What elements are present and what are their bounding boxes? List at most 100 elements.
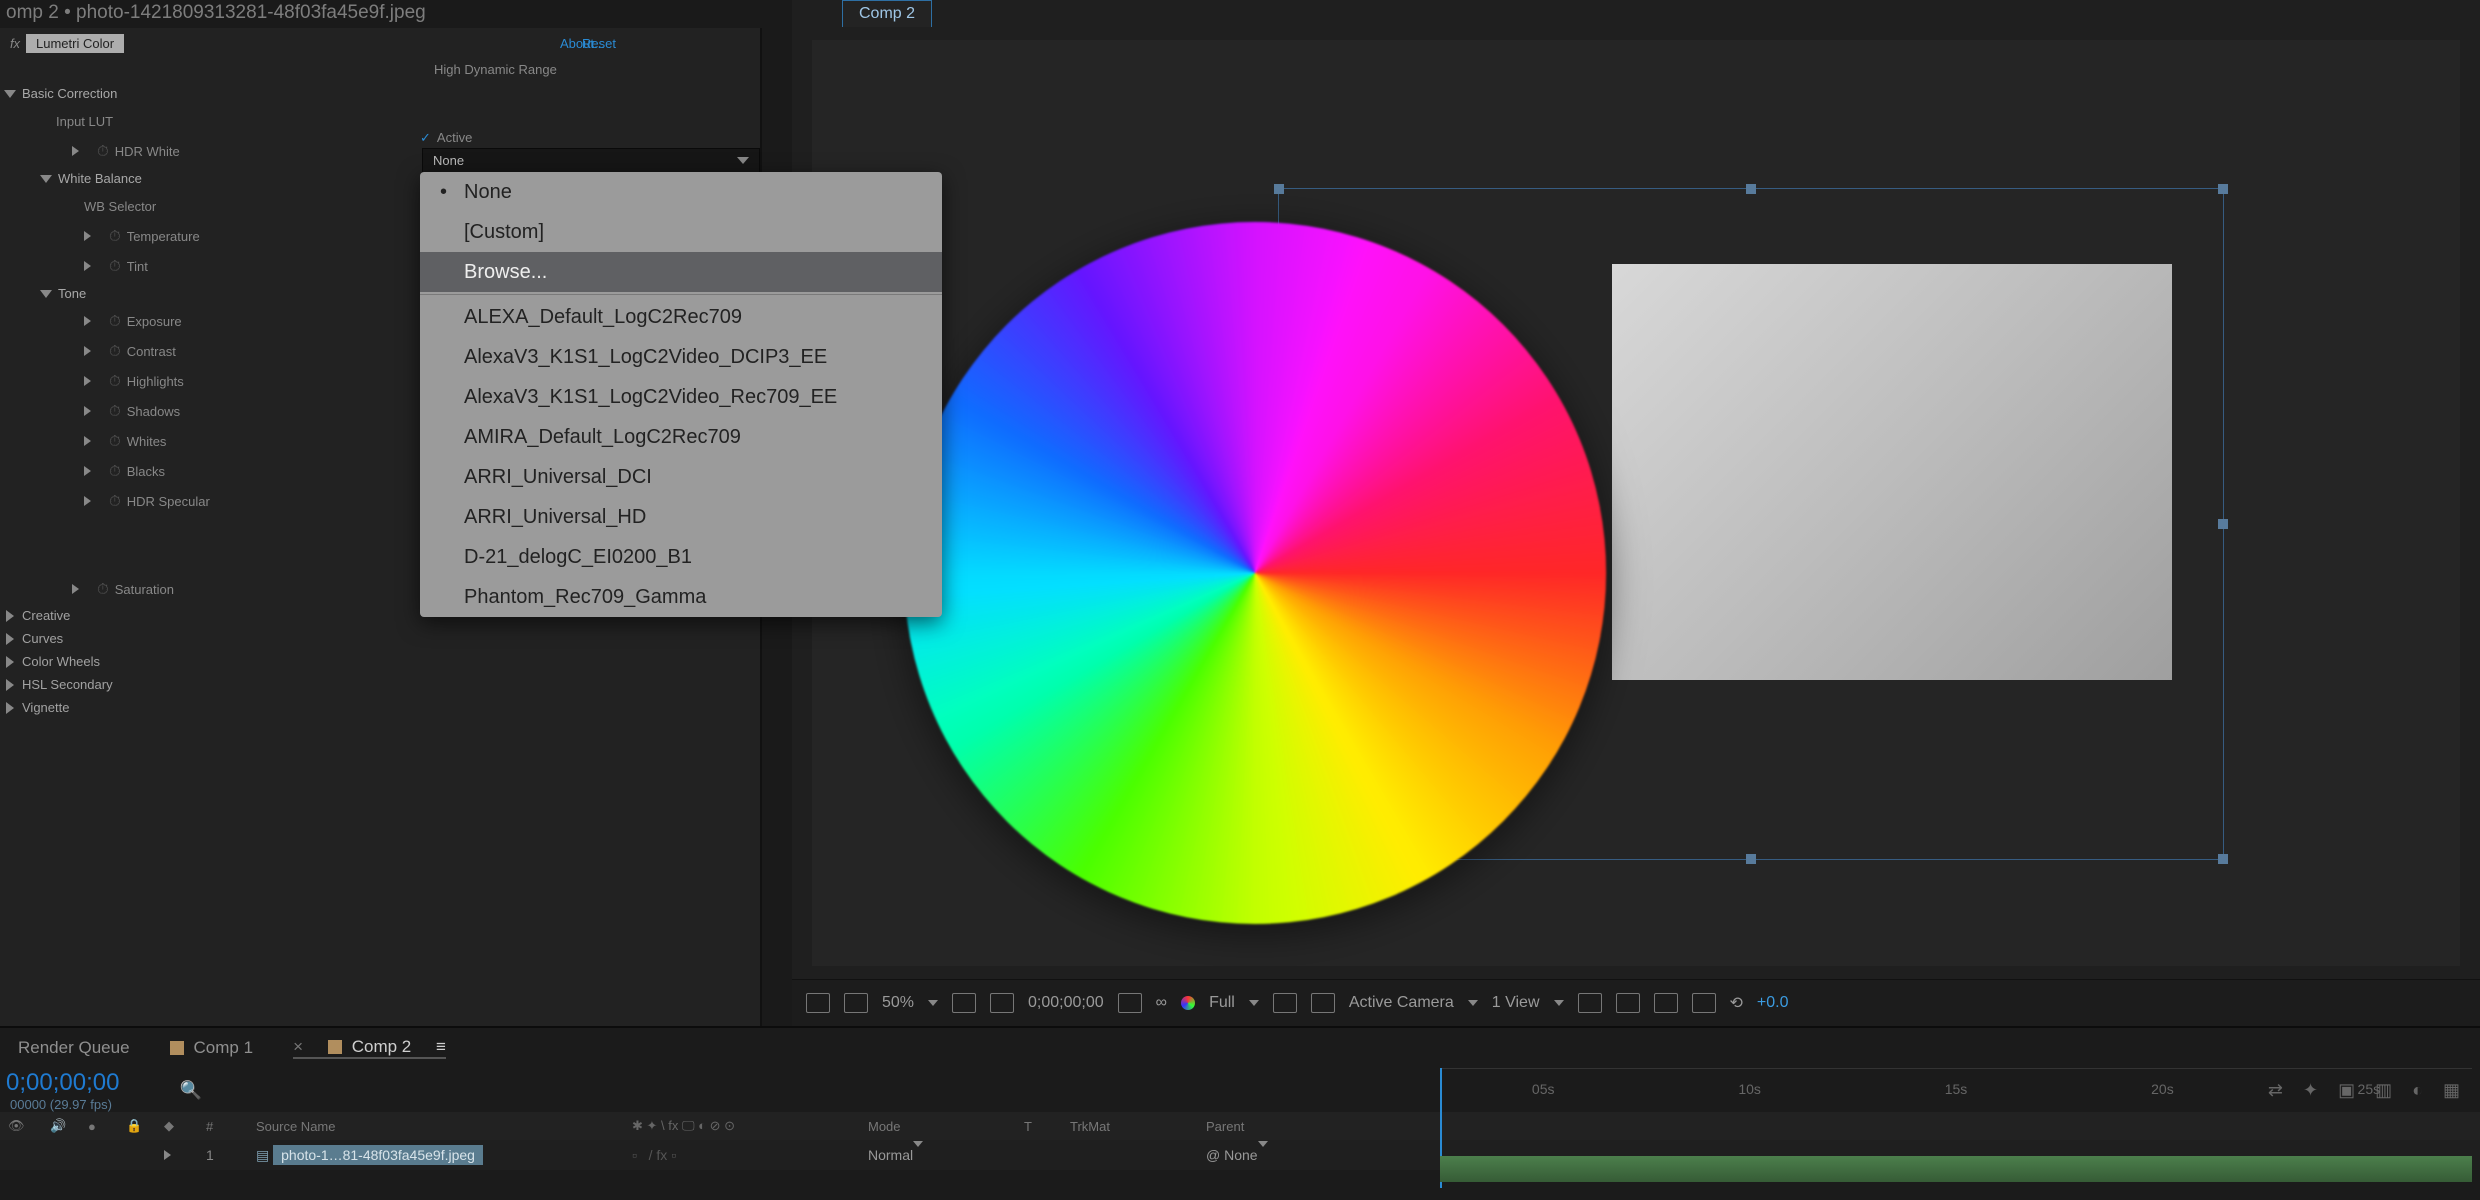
disclosure-icon[interactable] (164, 1150, 171, 1160)
toggle-transparency-icon[interactable] (844, 993, 868, 1013)
lut-option[interactable]: ARRI_Universal_DCI (420, 457, 942, 497)
lut-option[interactable]: [Custom] (420, 212, 942, 252)
keyframe-icon[interactable] (84, 496, 91, 506)
lut-option[interactable]: AlexaV3_K1S1_LogC2Video_Rec709_EE (420, 377, 942, 417)
stopwatch-icon[interactable]: ⏱ (109, 403, 121, 420)
reset-exposure-icon[interactable]: ⟲ (1730, 993, 1743, 1013)
parent-dropdown[interactable]: None (1224, 1147, 1257, 1163)
viewer-tab[interactable]: Comp 2 (842, 0, 932, 27)
prop-wb-selector[interactable]: WB Selector (84, 199, 156, 214)
stopwatch-icon[interactable]: ⏱ (109, 343, 121, 360)
lut-option[interactable]: Browse... (420, 252, 942, 292)
snapshot-icon[interactable] (1118, 993, 1142, 1013)
resize-handle[interactable] (1274, 184, 1284, 194)
col-label[interactable]: ◆ (156, 1118, 198, 1134)
lut-option[interactable]: AlexaV3_K1S1_LogC2Video_DCIP3_EE (420, 337, 942, 377)
stopwatch-icon[interactable]: ⏱ (109, 313, 121, 330)
lut-option[interactable]: None (420, 172, 942, 212)
mask-toggle-icon[interactable] (990, 993, 1014, 1013)
stopwatch-icon[interactable]: ⏱ (109, 373, 121, 390)
tab-render-queue[interactable]: Render Queue (18, 1038, 130, 1058)
col-audio[interactable]: 🔊 (42, 1118, 80, 1134)
col-lock[interactable]: 🔒 (118, 1118, 156, 1134)
tab-comp-2[interactable]: × Comp 2 ≡ (293, 1037, 446, 1059)
disclosure-icon[interactable] (6, 633, 14, 645)
section-hsl-secondary[interactable]: HSL Secondary (22, 677, 113, 692)
resize-handle[interactable] (2218, 854, 2228, 864)
fast-previews-icon[interactable] (1616, 993, 1640, 1013)
disclosure-icon[interactable] (6, 610, 14, 622)
section-tone[interactable]: Tone (58, 286, 86, 301)
section-basic-correction[interactable]: Basic Correction (22, 86, 117, 101)
check-icon[interactable]: ✓ (420, 130, 431, 145)
current-time[interactable]: 0;00;00;00 (1028, 994, 1104, 1012)
zoom-dropdown[interactable]: 50% (882, 994, 914, 1012)
section-color-wheels[interactable]: Color Wheels (22, 654, 100, 669)
disclosure-icon[interactable] (6, 702, 14, 714)
search-icon[interactable]: 🔍 (179, 1080, 201, 1101)
layer-duration-bar[interactable] (1440, 1156, 2472, 1182)
toggle-alpha-icon[interactable] (806, 993, 830, 1013)
resize-handle[interactable] (2218, 184, 2228, 194)
pixel-aspect-icon[interactable] (1578, 993, 1602, 1013)
section-creative[interactable]: Creative (22, 608, 70, 623)
color-management-icon[interactable] (1181, 996, 1195, 1010)
section-curves[interactable]: Curves (22, 631, 63, 646)
section-white-balance[interactable]: White Balance (58, 171, 142, 186)
stopwatch-icon[interactable]: ⏱ (109, 228, 121, 245)
safe-zones-icon[interactable] (952, 993, 976, 1013)
keyframe-icon[interactable] (84, 316, 91, 326)
panel-menu-icon[interactable]: ≡ (436, 1037, 446, 1057)
resize-handle[interactable] (2218, 519, 2228, 529)
lut-dropdown-menu[interactable]: None[Custom]Browse... ALEXA_Default_LogC2… (420, 172, 942, 617)
lut-option[interactable]: AMIRA_Default_LogC2Rec709 (420, 417, 942, 457)
resize-handle[interactable] (1746, 854, 1756, 864)
show-channel-icon[interactable]: ∞ (1156, 994, 1167, 1012)
disclosure-icon[interactable] (40, 175, 52, 183)
lut-option[interactable]: ALEXA_Default_LogC2Rec709 (420, 297, 942, 337)
layer-name[interactable]: photo-1…81-48f03fa45e9f.jpeg (273, 1145, 483, 1165)
current-timecode[interactable]: 0;00;00;00 (6, 1069, 119, 1097)
parent-pickwhip-icon[interactable]: @ (1206, 1147, 1220, 1163)
flowchart-icon[interactable] (1692, 993, 1716, 1013)
grid-icon[interactable] (1311, 993, 1335, 1013)
hdr-toggle[interactable]: High Dynamic Range (434, 62, 557, 77)
blend-mode-dropdown[interactable]: Normal (868, 1147, 913, 1163)
effect-name[interactable]: Lumetri Color (26, 34, 124, 53)
time-ruler[interactable]: 05s10s15s20s25s (1440, 1068, 2472, 1109)
about-link[interactable]: About... (560, 36, 605, 51)
section-vignette[interactable]: Vignette (22, 700, 69, 715)
stopwatch-icon[interactable]: ⏱ (109, 433, 121, 450)
lut-option[interactable]: ARRI_Universal_HD (420, 497, 942, 537)
resize-handle[interactable] (1746, 184, 1756, 194)
input-lut-dropdown[interactable]: None (422, 148, 760, 173)
keyframe-icon[interactable] (84, 346, 91, 356)
disclosure-icon[interactable] (6, 656, 14, 668)
disclosure-icon[interactable] (40, 290, 52, 298)
keyframe-icon[interactable] (84, 231, 91, 241)
keyframe-icon[interactable] (84, 406, 91, 416)
keyframe-icon[interactable] (84, 376, 91, 386)
stopwatch-icon[interactable]: ⏱ (97, 581, 109, 598)
keyframe-icon[interactable] (84, 466, 91, 476)
disclosure-icon[interactable] (4, 90, 16, 98)
stopwatch-icon[interactable]: ⏱ (109, 258, 121, 275)
keyframe-icon[interactable] (84, 436, 91, 446)
resolution-dropdown[interactable]: Full (1209, 994, 1235, 1012)
keyframe-icon[interactable] (84, 261, 91, 271)
lut-option[interactable]: D-21_delogC_EI0200_B1 (420, 537, 942, 577)
col-visibility[interactable]: 👁 (0, 1118, 42, 1134)
roi-icon[interactable] (1273, 993, 1297, 1013)
lut-option[interactable]: Phantom_Rec709_Gamma (420, 577, 942, 617)
keyframe-icon[interactable] (72, 584, 79, 594)
col-solo[interactable]: ● (80, 1119, 118, 1134)
views-dropdown[interactable]: 1 View (1492, 994, 1540, 1012)
timeline-icon[interactable] (1654, 993, 1678, 1013)
tab-comp-1[interactable]: Comp 1 (170, 1038, 254, 1058)
layer-switches[interactable]: ▫ / fx ▫ (624, 1147, 860, 1163)
camera-dropdown[interactable]: Active Camera (1349, 994, 1454, 1012)
exposure-value[interactable]: +0.0 (1757, 994, 1789, 1012)
stopwatch-icon[interactable]: ⏱ (109, 463, 121, 480)
stopwatch-icon[interactable]: ⏱ (109, 493, 121, 510)
disclosure-icon[interactable] (6, 679, 14, 691)
